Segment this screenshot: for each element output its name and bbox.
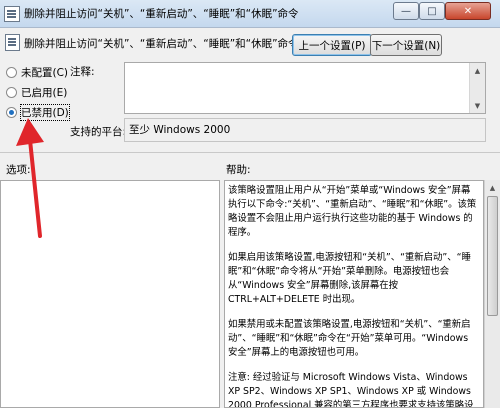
annotation-arrow-icon	[16, 118, 44, 238]
